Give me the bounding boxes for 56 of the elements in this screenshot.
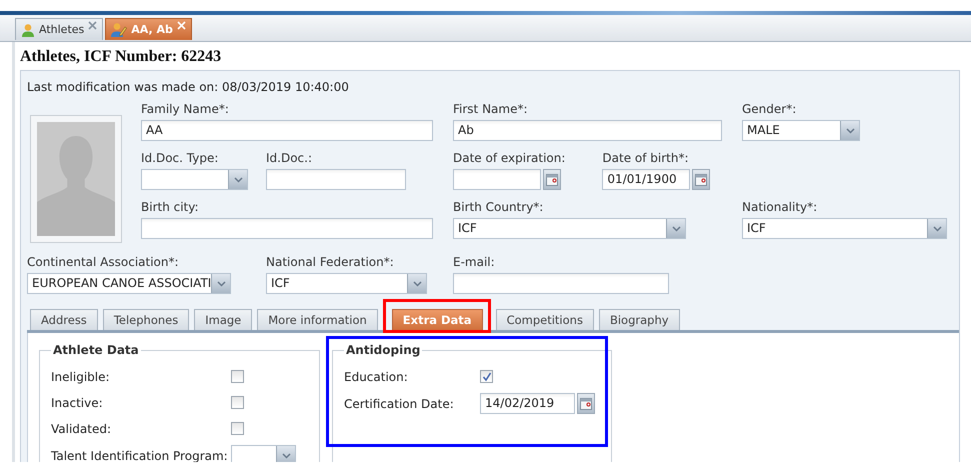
page-title: Athletes, ICF Number: 62243 xyxy=(20,48,222,66)
field-label: Id.Doc. Type: xyxy=(141,151,220,165)
text-field[interactable]: AA xyxy=(141,120,433,141)
date-field[interactable]: 14/02/2019 xyxy=(480,393,575,414)
field-label: Birth city: xyxy=(141,200,200,214)
group-title: Antidoping xyxy=(345,343,422,357)
tab[interactable]: Address xyxy=(30,309,98,330)
dropdown[interactable] xyxy=(141,169,248,190)
text-field[interactable] xyxy=(266,169,406,190)
checkbox[interactable] xyxy=(480,370,493,383)
checkbox[interactable] xyxy=(231,422,244,435)
field-label: Id.Doc.: xyxy=(266,151,314,165)
field-label: Talent Identification Program: xyxy=(51,448,229,462)
tab[interactable]: More information xyxy=(257,309,378,330)
dropdown[interactable] xyxy=(231,445,296,462)
tab[interactable]: Competitions xyxy=(496,309,594,330)
dropdown[interactable]: MALE xyxy=(742,120,860,141)
field-label: National Federation*: xyxy=(266,255,395,269)
checkbox[interactable] xyxy=(231,396,244,409)
date-field[interactable]: 01/01/1900 xyxy=(602,169,690,190)
tab[interactable]: Image xyxy=(194,309,252,330)
user-icon xyxy=(21,22,35,36)
field-label: Date of expiration: xyxy=(453,151,566,165)
date-field[interactable] xyxy=(453,169,541,190)
field-label: E-mail: xyxy=(453,255,496,269)
field-label: Validated: xyxy=(51,420,112,438)
group-title: Athlete Data xyxy=(52,343,140,357)
last-modified-text: Last modification was made on: 08/03/2019 10:40:00 xyxy=(27,79,350,94)
field-label: Nationality*: xyxy=(742,200,818,214)
tab[interactable]: Telephones xyxy=(102,309,190,330)
tab[interactable]: Biography xyxy=(598,309,680,330)
profile-silhouette-icon xyxy=(30,115,122,243)
calendar-icon[interactable] xyxy=(692,169,710,190)
calendar-icon[interactable] xyxy=(577,393,595,414)
text-field[interactable]: Ab xyxy=(453,120,722,141)
field-label: First Name*: xyxy=(453,102,529,116)
field-label: Education: xyxy=(344,368,409,386)
tab[interactable]: Athletes xyxy=(15,18,104,40)
checkbox[interactable] xyxy=(231,370,244,383)
dropdown[interactable]: ICF xyxy=(742,218,947,239)
field-label: Birth Country*: xyxy=(453,200,544,214)
field-label: Family Name*: xyxy=(141,102,230,116)
field-label: Certification Date: xyxy=(344,396,455,412)
dropdown[interactable]: EUROPEAN CANOE ASSOCIATI xyxy=(27,273,231,294)
field-label: Ineligible: xyxy=(51,368,111,386)
user-pencil-icon xyxy=(111,22,128,37)
text-field[interactable] xyxy=(141,218,433,239)
field-label: Date of birth*: xyxy=(602,151,690,165)
close-icon[interactable] xyxy=(88,21,98,30)
field-label: Inactive: xyxy=(51,394,104,412)
text-field[interactable] xyxy=(453,273,669,294)
field-label: Continental Association*: xyxy=(27,255,180,269)
dropdown[interactable]: ICF xyxy=(453,218,686,239)
calendar-icon[interactable] xyxy=(543,169,561,190)
dropdown[interactable]: ICF xyxy=(266,273,427,294)
field-label: Gender*: xyxy=(742,102,798,116)
